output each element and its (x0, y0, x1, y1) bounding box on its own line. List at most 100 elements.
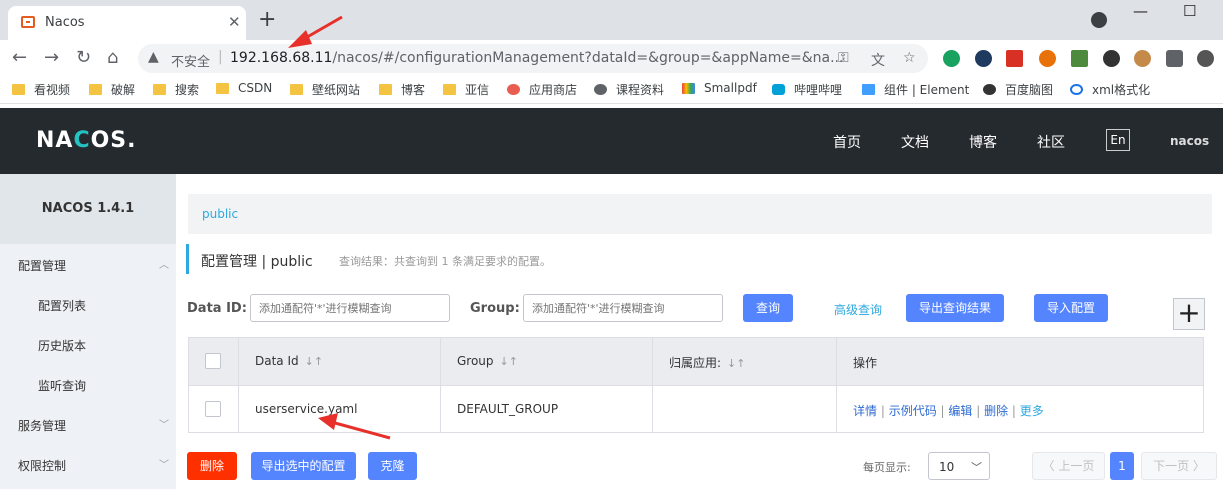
browser-toolbar: ← → ↻ ⌂ ▲ 不安全 | 192.168.68.11/nacos/#/co… (0, 40, 1223, 76)
bookmark-item[interactable]: CSDN (216, 81, 272, 95)
import-config-button[interactable]: 导入配置 (1034, 294, 1108, 322)
extension-tree-icon[interactable] (1039, 50, 1056, 67)
extension-cookie-icon[interactable] (1134, 50, 1151, 67)
bookmark-item[interactable]: 组件 | Element (862, 81, 969, 98)
query-button[interactable]: 查询 (743, 294, 793, 322)
url-text[interactable]: 192.168.68.11/nacos/#/configurationManag… (230, 50, 843, 66)
folder-icon (443, 84, 456, 95)
sample-code-link[interactable]: 示例代码 (889, 404, 937, 418)
bookmark-item[interactable]: 博客 (379, 81, 425, 98)
back-icon[interactable]: ← (12, 47, 27, 68)
namespace-tab-public[interactable]: public (202, 207, 238, 221)
export-results-button[interactable]: 导出查询结果 (906, 294, 1004, 322)
bookmark-item[interactable]: 亚信 (443, 81, 489, 98)
sidebar: NACOS 1.4.1 配置管理 ︿ 配置列表 历史版本 监听查询 服务管理 ﹀ 权… (0, 174, 176, 489)
nacos-favicon-icon (21, 16, 35, 28)
extension-download-icon[interactable] (1071, 50, 1088, 67)
bookmark-star-icon[interactable]: ☆ (903, 50, 916, 66)
address-bar[interactable]: ▲ 不安全 | 192.168.68.11/nacos/#/configurat… (138, 44, 928, 73)
column-header-actions: 操作 (853, 356, 878, 370)
table-row: userservice.yaml DEFAULT_GROUP 详情 | 示例代码… (189, 386, 1203, 432)
bookmark-item[interactable]: xml格式化 (1070, 81, 1150, 98)
dataid-search-input[interactable] (250, 294, 450, 322)
select-all-checkbox[interactable] (205, 353, 221, 369)
bookmark-item[interactable]: 百度脑图 (983, 81, 1053, 98)
bookmark-item[interactable]: 哔哩哔哩 (772, 81, 842, 98)
bookmark-item[interactable]: Smallpdf (682, 81, 757, 95)
element-icon (862, 84, 875, 95)
sidebar-title: NACOS 1.4.1 (0, 174, 176, 244)
cell-app (653, 386, 837, 432)
app-store-icon (507, 84, 520, 95)
tab-close-icon[interactable]: ✕ (228, 13, 241, 31)
minimize-button[interactable]: — (1133, 2, 1148, 20)
column-header-dataid[interactable]: Data Id ↓↑ (239, 338, 441, 385)
bookmark-item[interactable]: 看视频 (12, 81, 70, 98)
current-page-button[interactable]: 1 (1110, 452, 1134, 480)
url-path: /nacos/#/configurationManagement?dataId=… (332, 50, 844, 66)
avatar[interactable] (1197, 50, 1214, 67)
sidebar-item-listener-query[interactable]: 监听查询 (0, 366, 176, 406)
prev-page-button[interactable]: 〈 上一页 (1032, 452, 1105, 480)
clone-button[interactable]: 克隆 (368, 452, 417, 480)
delete-link[interactable]: 删除 (984, 404, 1008, 418)
nav-blog[interactable]: 博客 (969, 132, 997, 152)
language-switch-button[interactable]: En (1106, 129, 1130, 151)
new-tab-button[interactable]: + (258, 9, 276, 31)
extension-ninja-icon[interactable] (1103, 50, 1120, 67)
browser-tab[interactable]: Nacos ✕ (8, 6, 246, 40)
sort-icon[interactable]: ↓↑ (305, 355, 323, 368)
bulk-delete-button[interactable]: 删除 (187, 452, 237, 480)
extension-fe-icon[interactable] (1006, 50, 1023, 67)
nacos-logo[interactable]: NACOS. (36, 128, 137, 153)
sort-icon[interactable]: ↓↑ (727, 357, 745, 370)
row-checkbox[interactable] (205, 401, 221, 417)
home-icon[interactable]: ⌂ (107, 47, 118, 68)
globe-icon (594, 84, 607, 95)
column-header-group[interactable]: Group ↓↑ (441, 338, 653, 385)
page-size-select[interactable]: 10 ﹀ (928, 452, 990, 480)
sidebar-item-history[interactable]: 历史版本 (0, 326, 176, 366)
translate-icon[interactable]: 文 (871, 50, 885, 70)
key-icon[interactable]: ⚿ (838, 50, 849, 66)
add-config-button[interactable]: + (1173, 298, 1205, 330)
next-page-button[interactable]: 下一页 〉 (1141, 452, 1217, 480)
group-search-input[interactable] (523, 294, 723, 322)
bookmark-item[interactable]: 壁纸网站 (290, 81, 360, 98)
profile-menu-icon[interactable] (1091, 12, 1107, 28)
browser-tabstrip: Nacos ✕ + — ☐ (0, 0, 1223, 40)
reload-icon[interactable]: ↻ (76, 47, 91, 68)
more-link[interactable]: 更多 (1020, 404, 1044, 418)
nav-docs[interactable]: 文档 (901, 132, 929, 152)
bilibili-icon (772, 84, 785, 95)
extensions-puzzle-icon[interactable] (1166, 50, 1183, 67)
sort-icon[interactable]: ↓↑ (500, 355, 518, 368)
sidebar-item-config-management[interactable]: 配置管理 ︿ (0, 246, 176, 286)
detail-link[interactable]: 详情 (853, 404, 877, 418)
extension-check-icon[interactable] (975, 50, 992, 67)
config-table: Data Id ↓↑ Group ↓↑ 归属应用: ↓↑ 操作 userservice… (188, 337, 1204, 433)
chevron-down-icon: ﹀ (971, 461, 982, 474)
edit-link[interactable]: 编辑 (948, 404, 972, 418)
maximize-button[interactable]: ☐ (1183, 2, 1196, 20)
sidebar-item-service-management[interactable]: 服务管理 ﹀ (0, 406, 176, 446)
nav-community[interactable]: 社区 (1037, 132, 1065, 152)
advanced-query-link[interactable]: 高级查询 (834, 301, 882, 318)
export-selected-button[interactable]: 导出选中的配置 (251, 452, 356, 480)
bookmark-item[interactable]: 应用商店 (507, 81, 577, 98)
extension-icon[interactable] (943, 50, 960, 67)
nav-home[interactable]: 首页 (833, 132, 861, 152)
folder-icon (216, 82, 229, 94)
bookmark-item[interactable]: 破解 (89, 81, 135, 98)
forward-icon[interactable]: → (44, 47, 59, 68)
bookmark-item[interactable]: 课程资料 (594, 81, 664, 98)
folder-icon (12, 84, 25, 95)
warning-icon: ▲ (148, 49, 159, 65)
sidebar-item-access-control[interactable]: 权限控制 ﹀ (0, 446, 176, 486)
bookmark-item[interactable]: 搜索 (153, 81, 199, 98)
cell-group: DEFAULT_GROUP (441, 386, 653, 432)
user-name[interactable]: nacos (1170, 134, 1209, 148)
sidebar-item-config-list[interactable]: 配置列表 (0, 286, 176, 326)
page-title: 配置管理 | public (201, 254, 313, 270)
column-header-app[interactable]: 归属应用: ↓↑ (653, 338, 837, 385)
